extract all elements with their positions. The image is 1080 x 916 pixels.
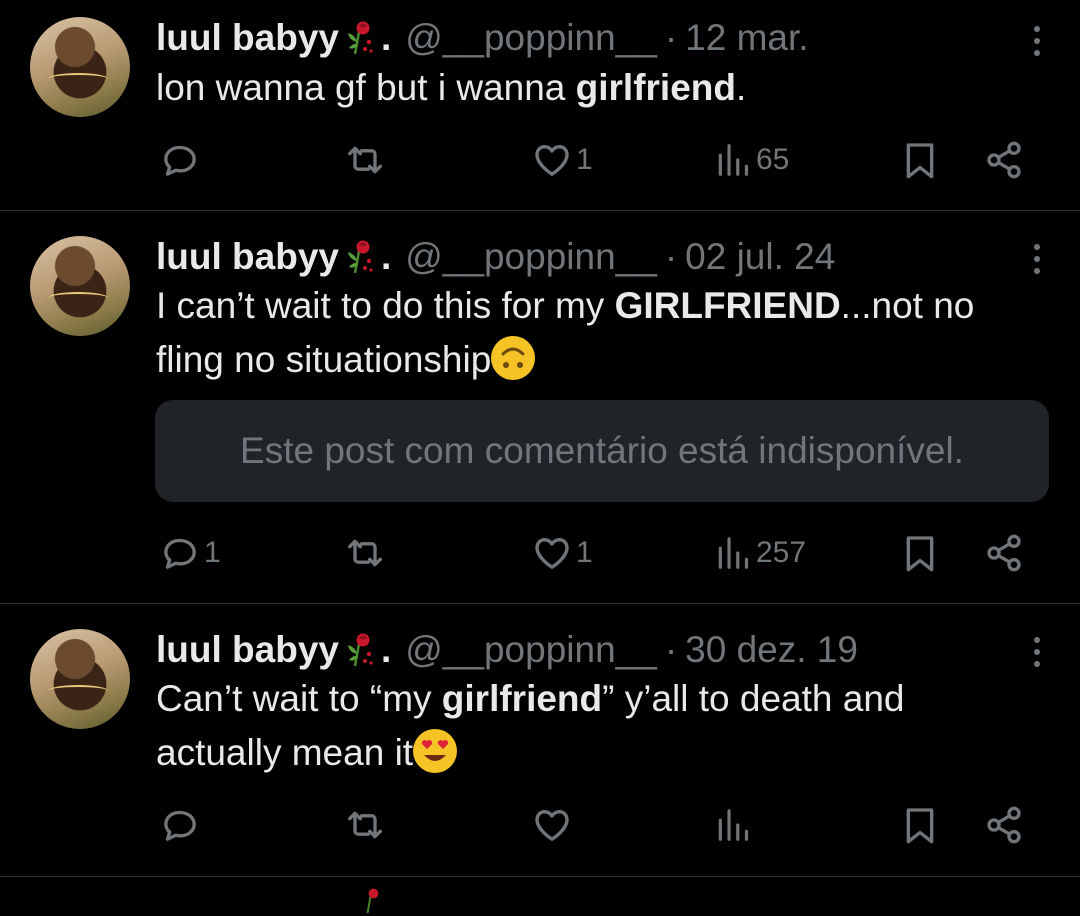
handle[interactable]: @__poppinn__ (405, 236, 657, 278)
tweet-header: luul babyy . @__poppinn__ · 12 mar. (156, 16, 809, 60)
handle[interactable]: @__poppinn__ (405, 17, 657, 59)
tweet-text: I can’t wait to do this for my GIRLFRIEN… (156, 285, 975, 380)
tweet-text: Can’t wait to “my girlfriend” y’all to d… (156, 678, 905, 773)
name-suffix: . (380, 236, 392, 277)
share-icon (984, 805, 1024, 845)
more-options-icon[interactable] (1034, 637, 1042, 667)
retweet-button[interactable] (345, 528, 389, 578)
bookmark-icon (900, 140, 940, 180)
share-button[interactable] (984, 528, 1024, 578)
share-icon (984, 140, 1024, 180)
handle[interactable]: @__poppinn__ (405, 629, 657, 671)
views-icon (714, 141, 752, 179)
retweet-icon (345, 140, 385, 180)
reply-icon (160, 140, 200, 180)
name-suffix: . (380, 17, 392, 58)
action-bar: 1 65 (0, 135, 1080, 185)
separator: · (664, 629, 678, 670)
avatar[interactable] (30, 236, 130, 336)
display-name[interactable]: luul babyy (156, 629, 339, 671)
views-icon (714, 806, 752, 844)
bookmark-icon (900, 805, 940, 845)
share-button[interactable] (984, 800, 1024, 850)
tweet-1[interactable]: luul babyy . @__poppinn__ · 12 mar. lon … (0, 0, 1080, 210)
bookmark-icon (900, 533, 940, 573)
views-button[interactable]: 65 (714, 135, 789, 185)
reply-button[interactable] (160, 800, 204, 850)
display-name[interactable]: luul babyy (156, 17, 339, 59)
heart-icon (532, 140, 572, 180)
share-icon (984, 533, 1024, 573)
avatar[interactable] (30, 17, 130, 117)
heart-eyes-emoji (413, 729, 458, 773)
reply-icon (160, 805, 200, 845)
views-icon (714, 534, 752, 572)
retweet-button[interactable] (345, 135, 389, 185)
bookmark-button[interactable] (900, 135, 940, 185)
bookmark-button[interactable] (900, 800, 940, 850)
wilted-rose-icon (341, 237, 381, 277)
like-count: 1 (576, 143, 593, 176)
separator: · (664, 17, 678, 58)
quoted-post-unavailable: Este post com comentário está indisponív… (155, 400, 1049, 502)
timestamp[interactable]: 02 jul. 24 (685, 236, 835, 278)
reply-button[interactable]: 1 (160, 528, 221, 578)
heart-icon (532, 533, 572, 573)
divider (0, 876, 1080, 877)
like-button[interactable]: 1 (532, 528, 593, 578)
tweet-header: luul babyy . @__poppinn__ · 02 jul. 24 (156, 235, 835, 279)
more-options-icon[interactable] (1034, 244, 1042, 274)
avatar[interactable] (30, 629, 130, 729)
tweet-3[interactable]: luul babyy . @__poppinn__ · 30 dez. 19 C… (0, 604, 1080, 876)
tweet-text: lon wanna gf but i wanna girlfriend. (156, 67, 747, 108)
wilted-rose-icon-partial (366, 888, 379, 914)
tweet-header: luul babyy . @__poppinn__ · 30 dez. 19 (156, 628, 858, 672)
heart-icon (532, 805, 572, 845)
tweet-2[interactable]: luul babyy . @__poppinn__ · 02 jul. 24 I… (0, 211, 1080, 603)
reply-count: 1 (204, 536, 221, 569)
views-button[interactable]: 257 (714, 528, 806, 578)
share-button[interactable] (984, 135, 1024, 185)
upside-down-face-emoji (491, 336, 536, 380)
timestamp[interactable]: 12 mar. (685, 17, 808, 59)
reply-button[interactable] (160, 135, 204, 185)
display-name[interactable]: luul babyy (156, 236, 339, 278)
view-count: 65 (756, 143, 790, 176)
timestamp[interactable]: 30 dez. 19 (685, 629, 858, 671)
bookmark-button[interactable] (900, 528, 940, 578)
wilted-rose-icon (341, 18, 381, 58)
like-button[interactable] (532, 800, 576, 850)
retweet-icon (345, 805, 385, 845)
like-count: 1 (576, 536, 593, 569)
more-options-icon[interactable] (1034, 26, 1042, 56)
name-suffix: . (380, 629, 392, 670)
retweet-icon (345, 533, 385, 573)
action-bar (0, 800, 1080, 850)
views-button[interactable] (714, 800, 756, 850)
reply-icon (160, 533, 200, 573)
like-button[interactable]: 1 (532, 135, 593, 185)
separator: · (664, 236, 678, 277)
wilted-rose-icon (341, 630, 381, 670)
retweet-button[interactable] (345, 800, 389, 850)
action-bar: 1 1 257 (0, 528, 1080, 578)
view-count: 257 (756, 536, 807, 569)
